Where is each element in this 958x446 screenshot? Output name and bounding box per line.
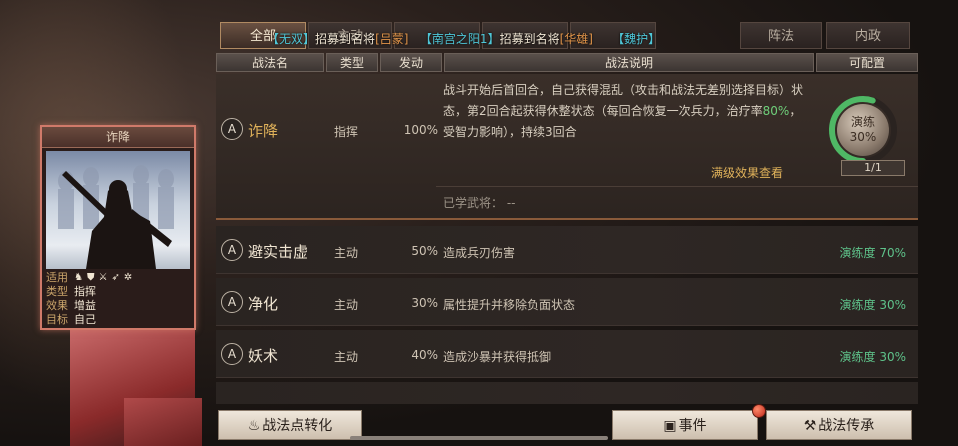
events-button[interactable]: ▣ 事件: [612, 410, 758, 440]
skill-type: 指挥: [333, 125, 358, 139]
drill-gauge[interactable]: 演练 30%: [828, 95, 898, 165]
skill-name: 净化: [248, 295, 279, 313]
card-illustration: [46, 151, 190, 269]
desc-heal-rate: 80%: [762, 104, 790, 118]
grade-badge: A: [221, 291, 243, 313]
tab-internal-affairs[interactable]: 内政: [826, 22, 910, 49]
book-icon: ▣: [663, 418, 677, 434]
card-title: 诈降: [42, 127, 194, 148]
convert-label: 战法点转化: [262, 418, 333, 434]
home-indicator-bar: [350, 436, 608, 440]
warrior-silhouette-icon: [58, 165, 174, 269]
selected-skill-card[interactable]: 诈降 适用 ♞ ⛊ ⚔ ➶ ✲ 类型 指挥 效果 增益 目标 自己: [40, 125, 196, 330]
skill-proficiency: 演练度 30%: [839, 350, 907, 364]
skill-rate: 50%: [411, 244, 438, 258]
inherit-label: 战法传承: [818, 418, 875, 434]
horse-icon: ♞: [74, 272, 83, 283]
row-divider: [436, 186, 918, 187]
skill-rate: 100%: [403, 123, 438, 137]
header-name: 战法名: [216, 53, 324, 72]
skill-name: 诈降: [248, 122, 279, 140]
view-max-level-link[interactable]: 满级效果查看: [711, 164, 783, 181]
ticker-general-b: 华雄: [564, 32, 589, 46]
card-stack-back-2: [124, 398, 202, 446]
skill-type: 主动: [333, 246, 358, 260]
label-use: 适用: [46, 271, 68, 284]
card-type: 指挥: [74, 285, 96, 298]
grade-badge: A: [221, 118, 243, 140]
header-description: 战法说明: [444, 53, 814, 72]
label-effect: 效果: [46, 299, 68, 312]
config-slots: 1/1: [841, 160, 905, 176]
crossed-swords-icon: ⚔: [98, 272, 108, 283]
hammer-icon: ⚒: [803, 418, 817, 434]
skill-inherit-button[interactable]: ⚒ 战法传承: [766, 410, 912, 440]
header-configurable: 可配置: [816, 53, 918, 72]
skill-description: 造成兵刃伤害: [443, 246, 516, 260]
skill-table: A 诈降 指挥 100% 战斗开始后首回合，自己获得混乱（攻击和战法无差别选择目…: [216, 74, 918, 404]
skill-type: 主动: [333, 298, 358, 312]
shield-icon: ⛊: [86, 272, 95, 283]
learned-value: --: [506, 196, 516, 210]
grade-badge: A: [221, 343, 243, 365]
learned-generals: 已学武将： --: [443, 194, 516, 211]
skill-row-zhaxiang[interactable]: A 诈降 指挥 100% 战斗开始后首回合，自己获得混乱（攻击和战法无差别选择目…: [216, 74, 918, 220]
card-target: 自己: [74, 313, 96, 326]
skill-name: 避实击虚: [248, 243, 309, 261]
ticker-general-a: 吕蒙: [379, 32, 404, 46]
notification-dot-icon: [752, 404, 766, 418]
unit-icons: ♞ ⛊ ⚔ ➶ ✲: [74, 271, 132, 285]
learned-label: 已学武将：: [443, 196, 504, 210]
skill-description: 造成沙暴并获得抵御: [443, 350, 552, 364]
label-type: 类型: [46, 285, 68, 298]
skill-row-partial[interactable]: [216, 382, 918, 404]
skill-table-header: 战法名 类型 发动 战法说明 可配置: [216, 53, 918, 73]
skill-proficiency: 演练度 30%: [839, 298, 907, 312]
wheel-icon: ✲: [123, 272, 133, 283]
grade-badge: A: [221, 239, 243, 261]
ticker-player-c: 魏护: [624, 32, 649, 46]
ticker-text-b: 招募到名将: [499, 32, 560, 46]
drill-button[interactable]: 演练 30%: [837, 104, 889, 156]
label-target: 目标: [46, 313, 68, 326]
ticker-player-a: 无双: [279, 32, 304, 46]
skill-type: 主动: [333, 350, 358, 364]
header-type: 类型: [326, 53, 378, 72]
events-label: 事件: [678, 418, 707, 434]
skill-row-bishijixu[interactable]: A 避实击虚 主动 50% 造成兵刃伤害 演练度 70%: [216, 226, 918, 274]
bow-icon: ➶: [111, 272, 120, 283]
card-info: 适用 ♞ ⛊ ⚔ ➶ ✲ 类型 指挥 效果 增益 目标 自己: [46, 271, 192, 327]
skill-description: 属性提升并移除负面状态: [443, 298, 576, 312]
skill-row-jinghua[interactable]: A 净化 主动 30% 属性提升并移除负面状态 演练度 30%: [216, 278, 918, 326]
recruit-announcement-ticker: 【无双】招募到名将[吕蒙] 【南宫之阳1】招募到名将[华雄] 【魏护】: [267, 32, 661, 46]
flame-icon: ♨: [247, 418, 261, 434]
skill-point-convert-button[interactable]: ♨ 战法点转化: [218, 410, 362, 440]
ticker-text-a: 招募到名将: [315, 32, 376, 46]
skill-proficiency: 演练度 70%: [839, 246, 907, 260]
skill-name: 妖术: [248, 347, 279, 365]
desc-part-1: 战斗开始后首回合，自己获得混乱（攻击和战法无差别选择目标）状态，第2回合起获得休…: [443, 83, 804, 118]
card-effect: 增益: [74, 299, 96, 312]
tab-formation[interactable]: 阵法: [740, 22, 822, 49]
skill-row-yaoshu[interactable]: A 妖术 主动 40% 造成沙暴并获得抵御 演练度 30%: [216, 330, 918, 378]
skill-rate: 30%: [411, 296, 438, 310]
drill-label: 演练: [850, 115, 875, 129]
skill-rate: 40%: [411, 348, 438, 362]
skill-description: 战斗开始后首回合，自己获得混乱（攻击和战法无差别选择目标）状态，第2回合起获得休…: [443, 80, 811, 143]
drill-percent: 30%: [849, 130, 877, 144]
ticker-player-b: 南宫之阳1: [431, 32, 488, 46]
header-rate: 发动: [380, 53, 442, 72]
